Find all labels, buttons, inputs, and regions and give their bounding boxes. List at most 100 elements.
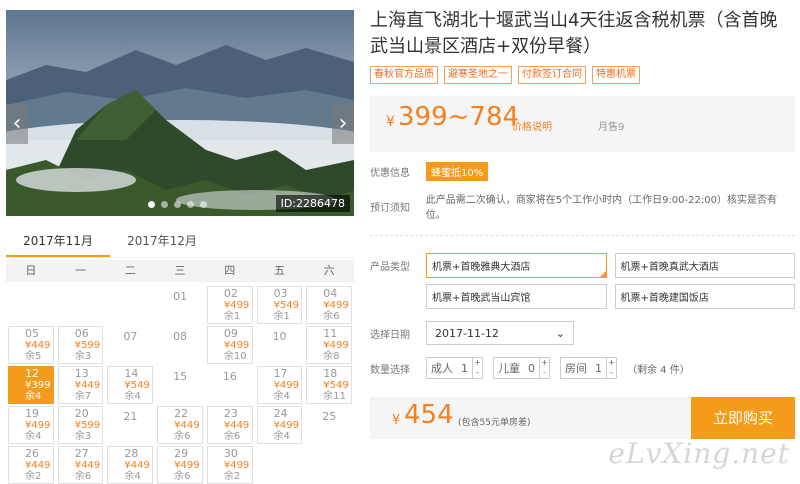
minus-icon[interactable]: - xyxy=(473,368,482,378)
product-tag: 春秋官方品质 xyxy=(370,66,438,84)
plus-icon[interactable]: + xyxy=(540,358,549,368)
type-option-zhenwu[interactable]: 机票+首晚真武大酒店 xyxy=(614,253,795,278)
day-number: 03 xyxy=(273,287,288,300)
calendar-cell xyxy=(107,286,153,324)
calendar-day[interactable]: 13 ¥449 余7 xyxy=(56,364,106,404)
minus-icon[interactable]: - xyxy=(607,368,616,378)
calendar-day[interactable]: 12 ¥399 余4 xyxy=(6,364,56,404)
calendar-day[interactable]: 14 ¥549 余4 xyxy=(105,364,155,404)
type-option-jianguo[interactable]: 机票+首晚建国饭店 xyxy=(614,284,795,309)
day-remaining: 余4 xyxy=(25,391,42,402)
calendar-day[interactable]: 19 ¥499 余4 xyxy=(6,404,56,444)
calendar-cell: 18 ¥549 余11 xyxy=(306,366,352,404)
plus-icon[interactable]: + xyxy=(473,358,482,368)
carousel-dot[interactable] xyxy=(174,201,181,208)
day-price: ¥449 xyxy=(223,420,250,431)
calendar-day[interactable]: 26 ¥449 余2 xyxy=(6,444,56,484)
calendar-empty xyxy=(105,284,155,324)
adult-stepper[interactable]: 成人 1 + - xyxy=(426,357,483,379)
day-number: 17 xyxy=(273,367,288,380)
calendar-cell: 21 xyxy=(107,406,153,444)
calendar-empty xyxy=(56,284,106,324)
calendar-cell xyxy=(8,286,54,324)
day-remaining: 余6 xyxy=(223,431,241,442)
calendar-cell: 10 xyxy=(257,326,303,364)
day-number: 16 xyxy=(222,370,237,383)
day-number: 30 xyxy=(223,447,238,460)
calendar-cell: 25 xyxy=(306,406,352,444)
calendar-day[interactable]: 23 ¥449 余6 xyxy=(205,404,255,444)
plus-icon[interactable]: + xyxy=(607,358,616,368)
carousel-dot[interactable] xyxy=(148,201,155,208)
room-label: 房间 xyxy=(565,362,587,375)
child-value[interactable]: 0 xyxy=(524,362,539,375)
day-price: ¥449 xyxy=(124,460,150,471)
adult-value[interactable]: 1 xyxy=(457,362,472,375)
calendar-cell: 15 xyxy=(157,366,203,404)
type-options: 机票+首晚雅典大酒店 机票+首晚真武大酒店 机票+首晚武当山宾馆 机票+首晚建国… xyxy=(426,253,795,309)
day-number: 05 xyxy=(25,327,39,340)
day-price: ¥549 xyxy=(124,380,150,391)
day-number: 22 xyxy=(174,407,189,420)
calendar-day[interactable]: 20 ¥599 余3 xyxy=(56,404,106,444)
day-remaining: 余4 xyxy=(124,471,141,482)
child-stepper[interactable]: 儿童 0 + - xyxy=(493,357,550,379)
day-remaining: 余1 xyxy=(223,311,241,322)
calendar-day[interactable]: 27 ¥449 余6 xyxy=(56,444,106,484)
notice-label: 预订须知 xyxy=(370,202,410,214)
prev-arrow-icon[interactable]: ‹ xyxy=(6,104,28,144)
next-arrow-icon[interactable]: › xyxy=(332,104,354,144)
qty-label: 数量选择 xyxy=(370,364,410,376)
day-number: 28 xyxy=(124,447,139,460)
calendar-cell: 07 xyxy=(107,326,153,364)
price-desc-link[interactable]: 价格说明 xyxy=(512,118,552,133)
product-gallery[interactable]: ‹ › ID:2286478 xyxy=(6,10,354,216)
calendar-day[interactable]: 29 ¥499 余6 xyxy=(155,444,205,484)
calendar-cell: 06 ¥599 余3 xyxy=(57,326,104,364)
calendar-day[interactable]: 11 ¥499 余8 xyxy=(304,324,354,364)
calendar-day[interactable]: 17 ¥499 余4 xyxy=(255,364,305,404)
calendar-day[interactable]: 18 ¥549 余11 xyxy=(304,364,354,404)
carousel-dot[interactable] xyxy=(187,201,194,208)
calendar-day[interactable]: 22 ¥449 余6 xyxy=(155,404,205,444)
calendar-day[interactable]: 30 ¥499 余2 xyxy=(205,444,255,484)
calendar-cell: 03 ¥549 余1 xyxy=(256,286,303,324)
date-select[interactable]: 2017-11-12 ⌄ xyxy=(426,321,574,345)
carousel-dot[interactable] xyxy=(200,201,207,208)
type-option-wudangshan[interactable]: 机票+首晚武当山宾馆 xyxy=(426,284,607,309)
calendar-day[interactable]: 09 ¥499 余10 xyxy=(205,324,255,364)
promo-row: 优惠信息 蜂蜜抵10% xyxy=(370,162,795,181)
minus-icon[interactable]: - xyxy=(540,368,549,378)
calendar-day: 21 xyxy=(105,404,155,444)
calendar-day[interactable]: 24 ¥499 余4 xyxy=(255,404,305,444)
day-number: 24 xyxy=(273,407,288,420)
price-calendar: 日 一 二 三 四 五 六 01 02 ¥499 余1 03 ¥549 余1 04 ¥499 余6… xyxy=(6,260,354,484)
day-price: ¥499 xyxy=(174,460,200,471)
image-id-badge: ID:2286478 xyxy=(275,195,350,212)
calendar-day[interactable]: 28 ¥449 余4 xyxy=(105,444,155,484)
calendar-day[interactable]: 02 ¥499 余1 xyxy=(205,284,255,324)
type-option-yadian[interactable]: 机票+首晚雅典大酒店 xyxy=(426,253,607,278)
carousel-dot[interactable] xyxy=(161,201,168,208)
day-price: ¥499 xyxy=(223,460,250,471)
stepper-buttons: + - xyxy=(472,358,482,378)
calendar-day[interactable]: 03 ¥549 余1 xyxy=(255,284,305,324)
notice-row: 预订须知 此产品需二次确认，商家将在5个工作小时内（工作日9:00-22:00）… xyxy=(370,191,795,221)
calendar-day[interactable]: 05 ¥449 余5 xyxy=(6,324,56,364)
calendar-day[interactable]: 04 ¥499 余6 xyxy=(304,284,354,324)
weekday-label: 二 xyxy=(124,264,136,277)
tab-month-dec[interactable]: 2017年12月 xyxy=(110,228,214,257)
product-tag: 避寒圣地之一 xyxy=(444,66,512,84)
day-remaining: 余1 xyxy=(273,311,290,322)
mountain-image xyxy=(6,10,354,216)
calendar-day[interactable]: 06 ¥599 余3 xyxy=(56,324,106,364)
room-value[interactable]: 1 xyxy=(591,362,606,375)
day-remaining: 余2 xyxy=(25,471,42,482)
day-number: 25 xyxy=(322,410,337,423)
stepper-buttons: + - xyxy=(539,358,549,378)
buy-now-button[interactable]: 立即购买 xyxy=(691,397,795,439)
tab-month-nov[interactable]: 2017年11月 xyxy=(6,228,110,257)
room-stepper[interactable]: 房间 1 + - xyxy=(560,357,617,379)
calendar-cell xyxy=(58,286,104,324)
day-remaining: 余8 xyxy=(323,351,340,362)
